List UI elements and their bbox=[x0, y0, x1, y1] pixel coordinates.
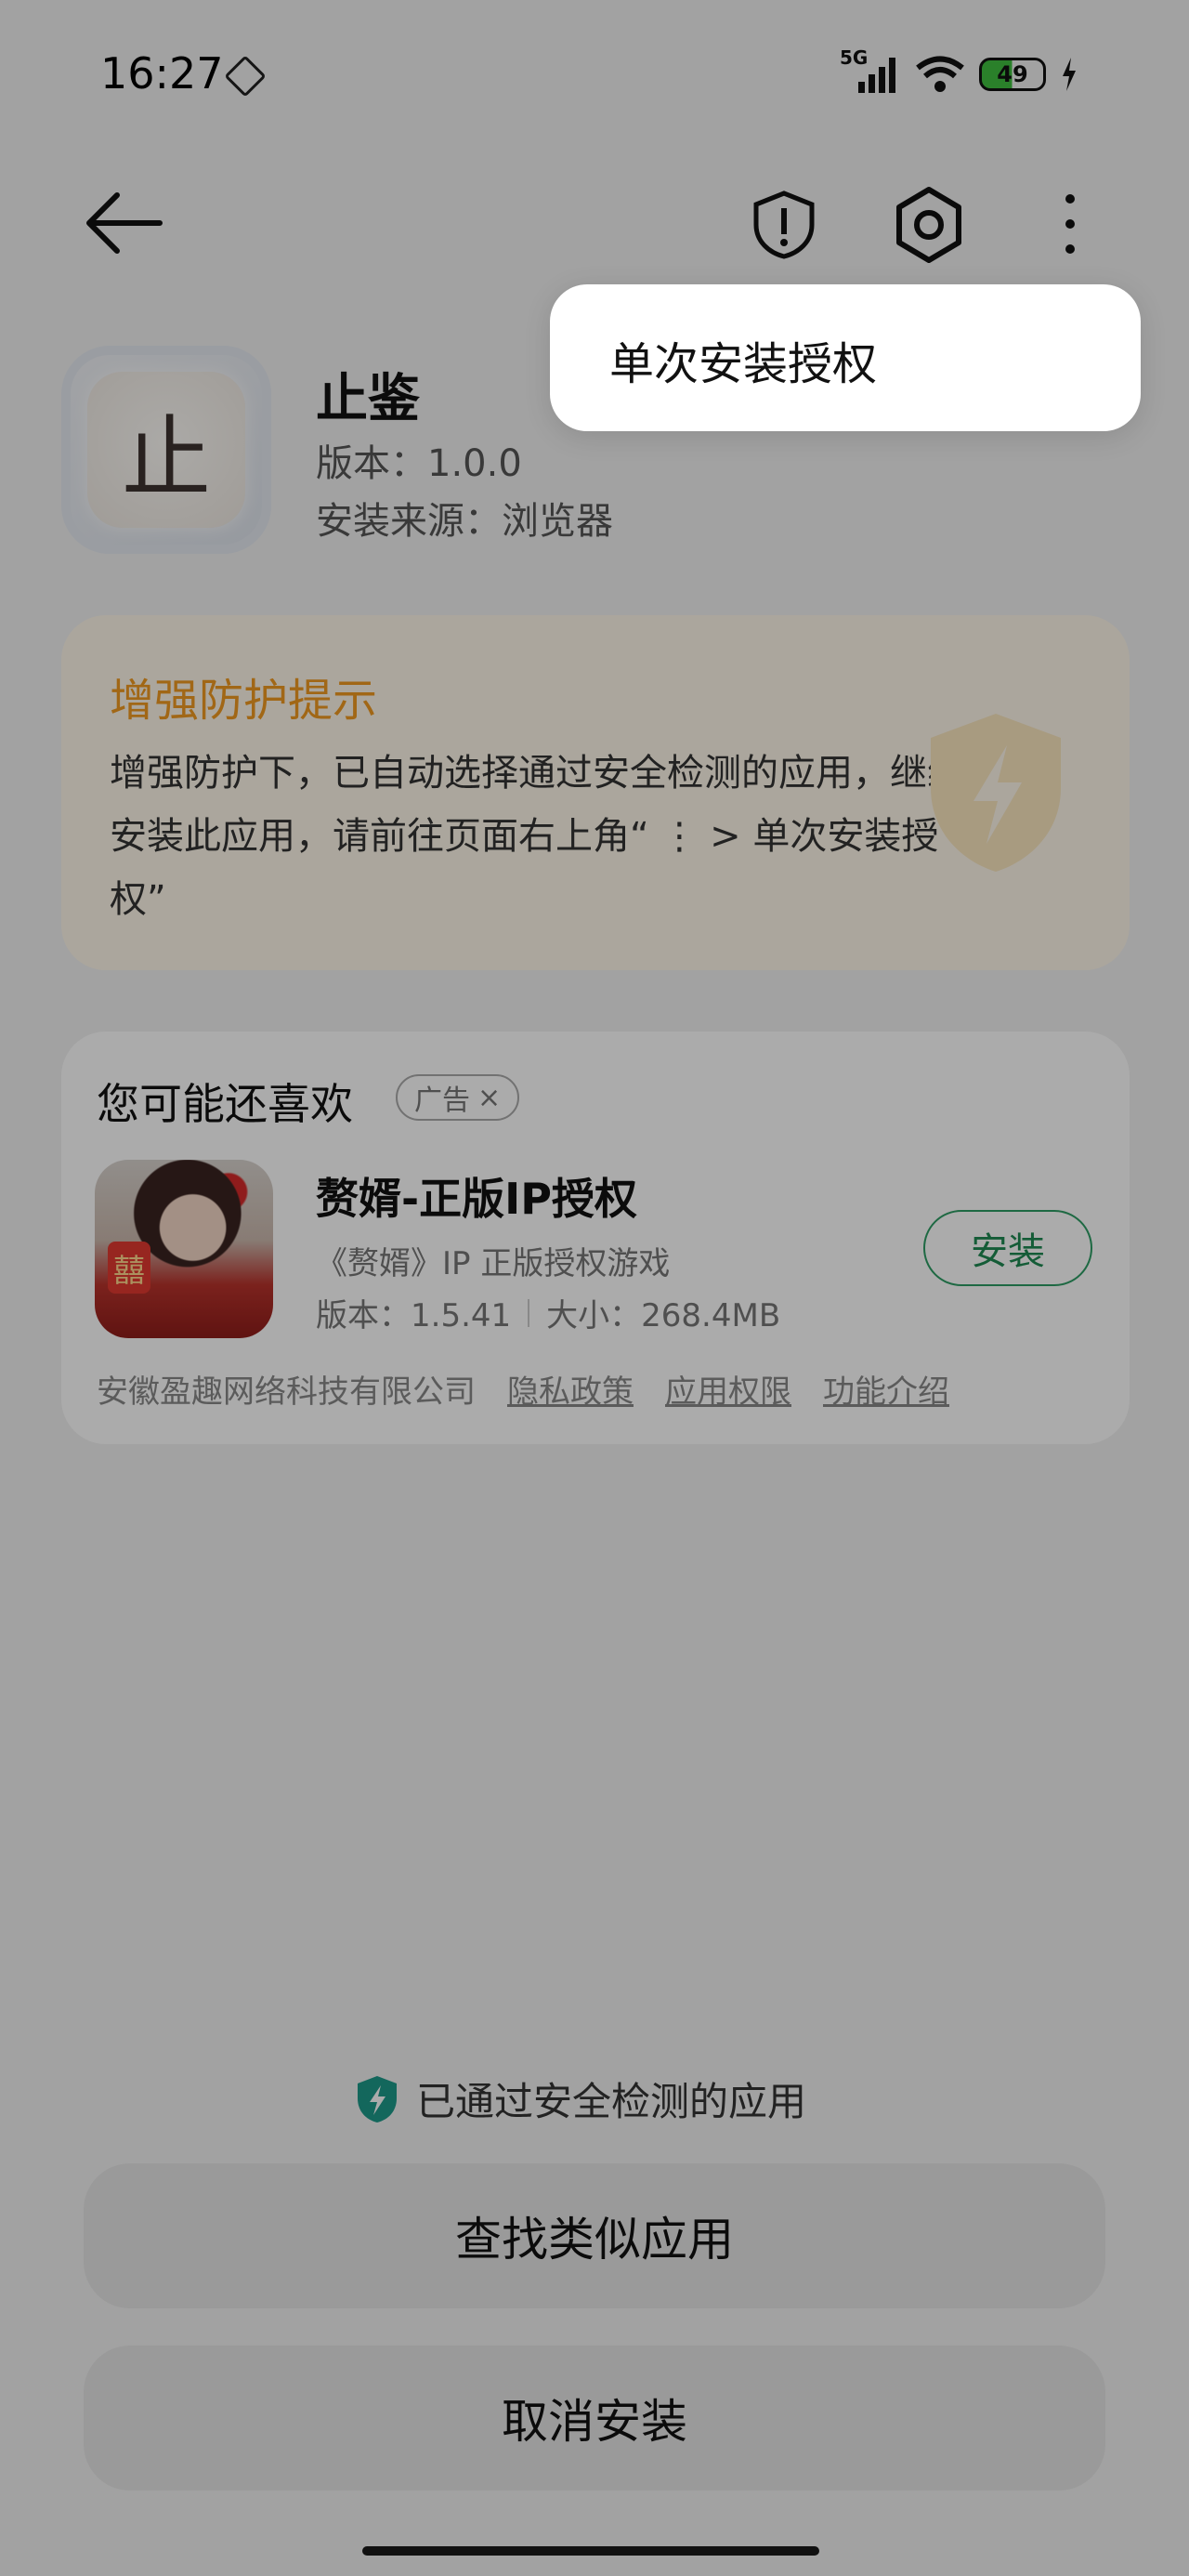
home-indicator[interactable] bbox=[362, 2546, 819, 2556]
single-install-authorization-menu-item[interactable]: 单次安装授权 bbox=[609, 327, 877, 392]
overflow-menu: 单次安装授权 bbox=[550, 284, 1141, 431]
